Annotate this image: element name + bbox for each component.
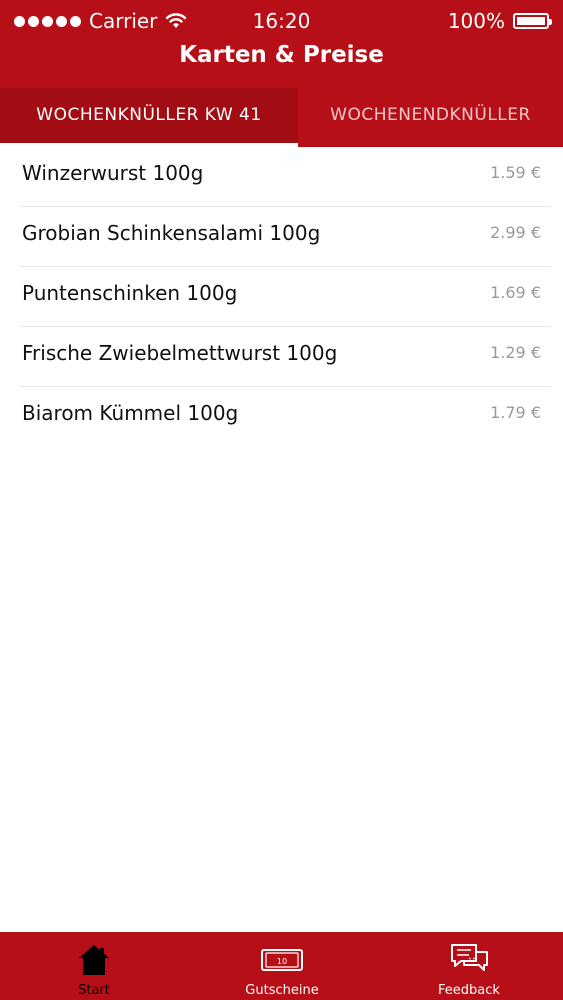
chat-bubbles-icon <box>451 944 488 971</box>
tabbar-start[interactable]: Start <box>44 932 144 1000</box>
bottom-tab-bar: Start 10 Gutscheine Feedback <box>0 932 563 1000</box>
item-name: Winzerwurst 100g <box>22 161 204 185</box>
list-item[interactable]: Puntenschinken 100g 1.69 € <box>0 267 563 327</box>
battery-status: 100% <box>447 9 552 33</box>
price-list: Winzerwurst 100g 1.59 € Grobian Schinken… <box>0 147 563 447</box>
tabbar-start-label: Start <box>78 983 110 998</box>
battery-icon <box>513 13 552 29</box>
voucher-icon: 10 <box>261 949 303 971</box>
tab-wochenendknueller[interactable]: WOCHENENDKNÜLLER <box>298 88 563 147</box>
tabbar-feedback-label: Feedback <box>438 983 500 998</box>
list-item[interactable]: Winzerwurst 100g 1.59 € <box>0 147 563 207</box>
tabbar-gutscheine-label: Gutscheine <box>245 983 319 998</box>
voucher-value: 10 <box>277 957 287 966</box>
list-item[interactable]: Biarom Kümmel 100g 1.79 € <box>0 387 563 447</box>
item-name: Frische Zwiebelmettwurst 100g <box>22 341 338 365</box>
battery-percent: 100% <box>447 9 505 33</box>
tab-wochenknueller[interactable]: WOCHENKNÜLLER KW 41 <box>0 88 298 147</box>
tab-bar-top: WOCHENKNÜLLER KW 41 WOCHENENDKNÜLLER <box>0 88 563 147</box>
header: Carrier 16:20 100% Karten & Preise WOCHE… <box>0 0 563 147</box>
list-item[interactable]: Grobian Schinkensalami 100g 2.99 € <box>0 207 563 267</box>
item-price: 1.69 € <box>490 283 541 302</box>
list-item[interactable]: Frische Zwiebelmettwurst 100g 1.29 € <box>0 327 563 387</box>
item-price: 2.99 € <box>490 223 541 242</box>
page-title: Karten & Preise <box>179 42 384 68</box>
home-icon <box>79 945 109 975</box>
item-name: Puntenschinken 100g <box>22 281 238 305</box>
item-price: 1.59 € <box>490 163 541 182</box>
tabbar-gutscheine[interactable]: 10 Gutscheine <box>232 932 332 1000</box>
tabbar-feedback[interactable]: Feedback <box>419 932 519 1000</box>
item-name: Biarom Kümmel 100g <box>22 401 239 425</box>
item-price: 1.79 € <box>490 403 541 422</box>
status-bar: Carrier 16:20 100% <box>0 0 563 40</box>
item-price: 1.29 € <box>490 343 541 362</box>
item-name: Grobian Schinkensalami 100g <box>22 221 321 245</box>
